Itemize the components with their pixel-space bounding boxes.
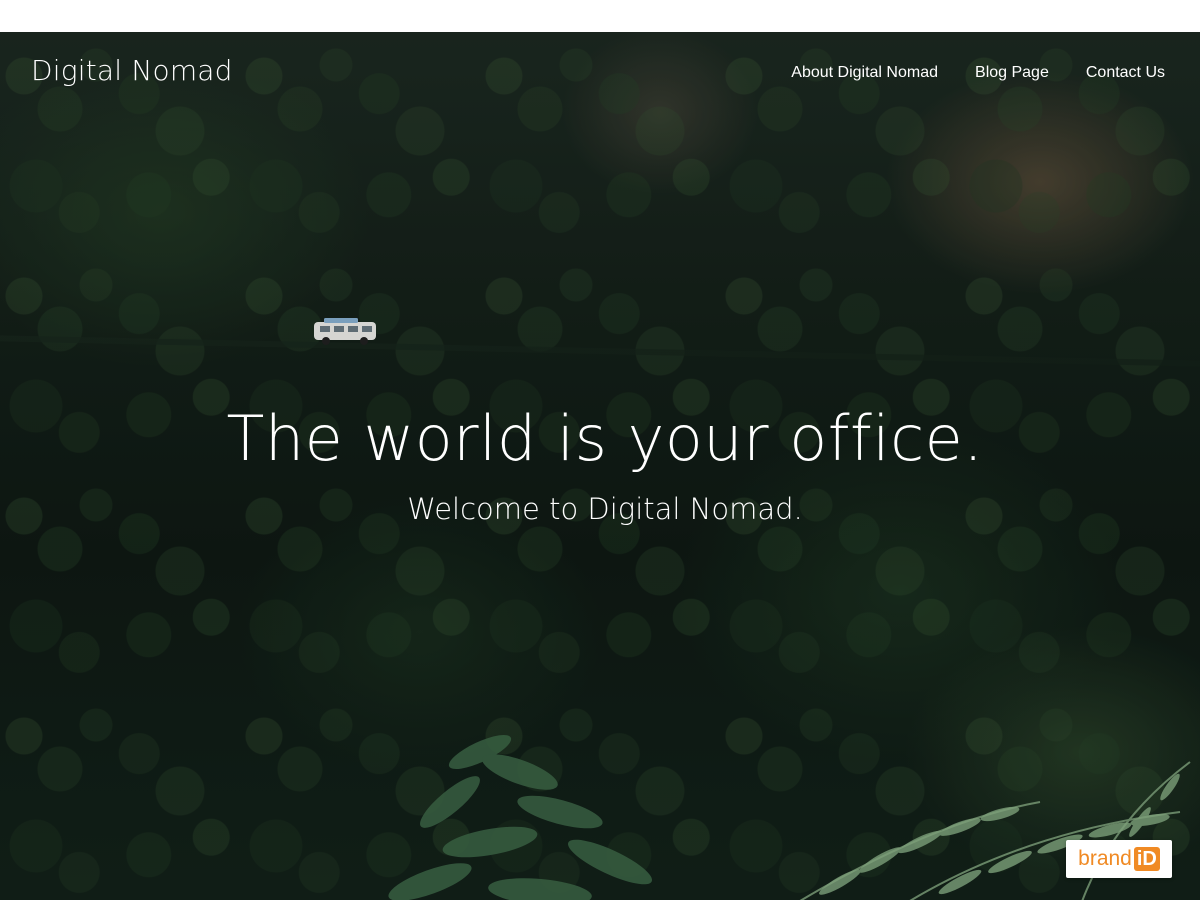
brandid-logo-text: brand <box>1078 847 1132 870</box>
browser-top-strip <box>0 0 1200 32</box>
brandid-logo-mark: iD <box>1133 847 1160 871</box>
brandid-logo[interactable]: brand iD <box>1066 840 1172 878</box>
nav-link-contact[interactable]: Contact Us <box>1086 64 1165 82</box>
nav-link-about[interactable]: About Digital Nomad <box>791 64 938 82</box>
site-title[interactable]: Digital Nomad <box>31 54 233 87</box>
hero-subheadline: Welcome to Digital Nomad. <box>407 492 803 526</box>
nav-link-blog[interactable]: Blog Page <box>975 64 1049 82</box>
hero-headline: The world is your office. <box>226 402 984 475</box>
main-navigation: About Digital Nomad Blog Page Contact Us <box>791 64 1165 82</box>
